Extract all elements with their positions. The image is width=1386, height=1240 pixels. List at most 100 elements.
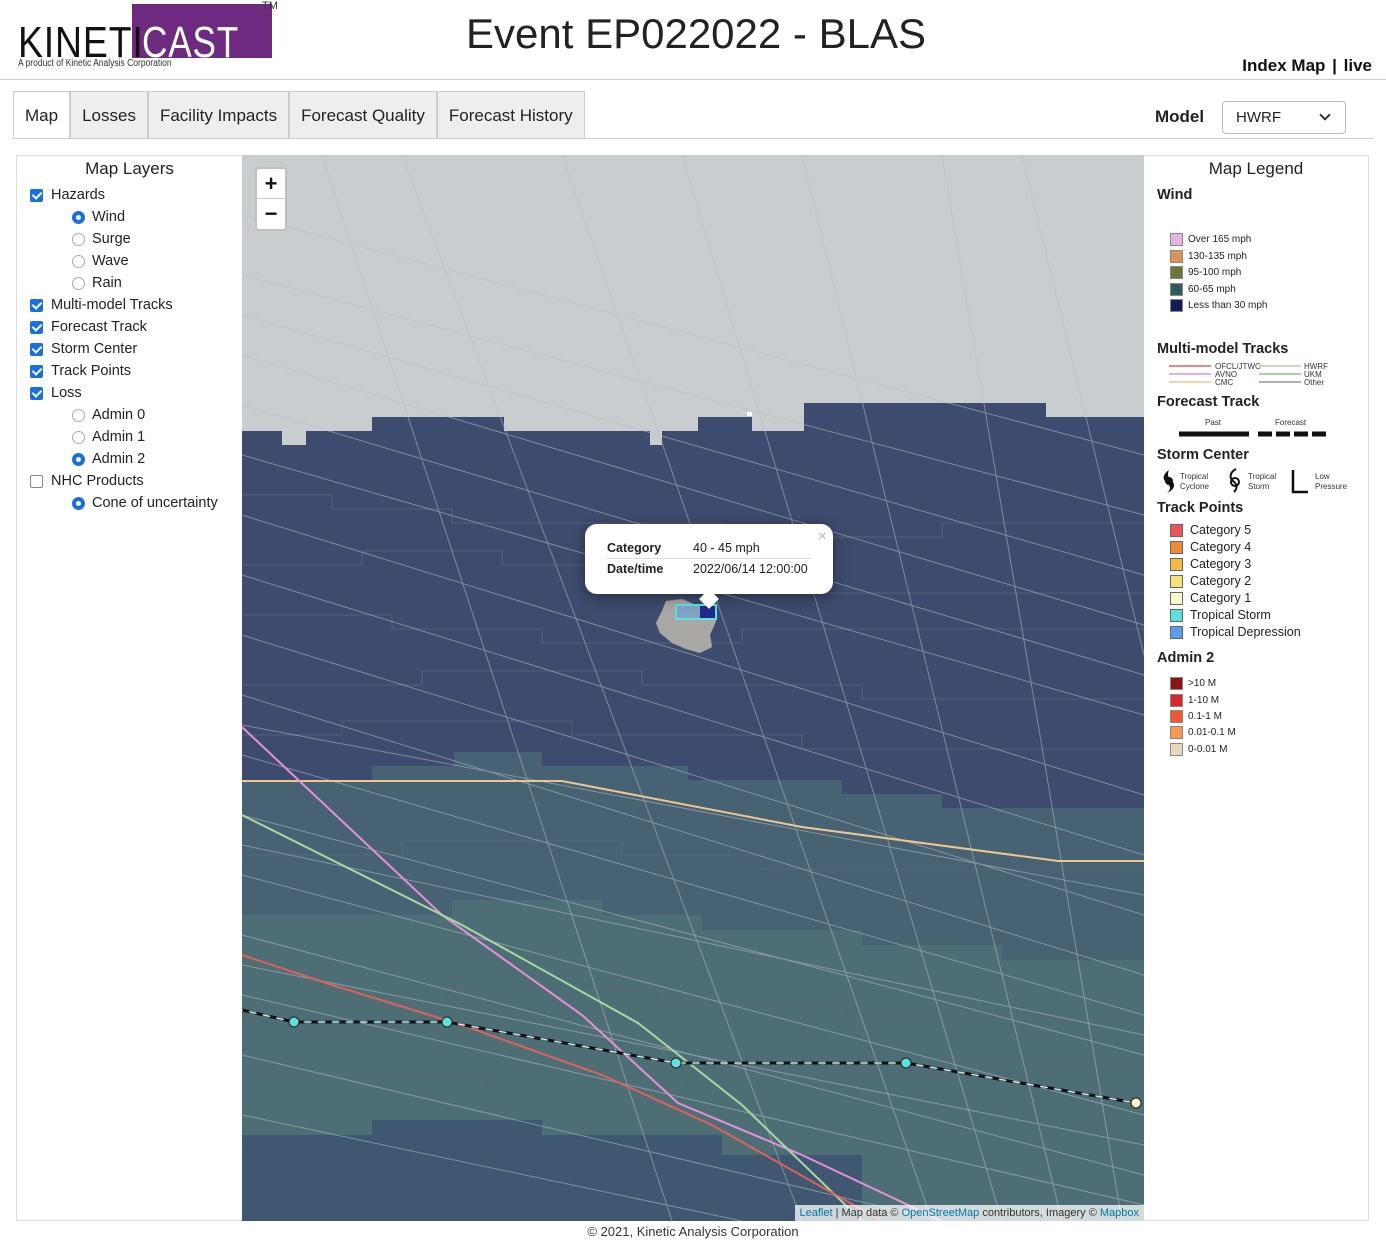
map-layers-panel: Map Layers Hazards Wind Surge Wave Rain … [16,155,242,1221]
nhc-products-checkbox[interactable] [30,474,43,488]
kineticast-logo[interactable]: KINETI CAST TM A product of Kinetic Anal… [18,0,288,74]
layer-rain[interactable]: Rain [72,275,122,291]
layer-admin1[interactable]: Admin 1 [72,429,145,445]
layer-label: Admin 1 [92,429,146,445]
map-layers-title: Map Layers [85,159,174,178]
layer-loss[interactable]: Loss [30,385,82,401]
layer-label: Surge [92,231,131,247]
storm-center-checkbox[interactable] [30,342,43,356]
layer-wave[interactable]: Wave [72,253,129,269]
forecast-track-legend-line [1179,431,1329,437]
legend-track-point-item: Tropical Depression [1170,625,1301,639]
layer-label: Hazards [51,187,105,203]
zoom-in-button[interactable]: + [257,169,285,199]
swatch-label: >10 M [1188,678,1217,689]
swatch [1170,591,1183,605]
sc-lp-label-1: Low [1315,472,1330,481]
admin1-radio[interactable] [72,430,85,444]
multi-model-checkbox[interactable] [30,298,43,312]
layer-multi-model-tracks[interactable]: Multi-model Tracks [30,297,173,313]
popup-datetime-label: Date/time [607,562,664,576]
swatch [1170,574,1183,588]
layer-wind[interactable]: Wind [72,209,125,225]
ft-past-label: Past [1205,418,1222,427]
zoom-out-button[interactable]: − [257,199,285,229]
attribution-text: | Map data © [832,1207,902,1219]
logo-trademark: TM [262,0,278,12]
legend-admin2-item: 1-10 M [1170,694,1219,707]
layer-storm-center[interactable]: Storm Center [30,341,137,357]
swatch-label: Category 3 [1190,557,1252,571]
model-label: Model [1155,107,1205,126]
layer-label: Rain [92,275,122,291]
swatch [1170,540,1183,554]
tab-facility-impacts[interactable]: Facility Impacts [147,91,290,138]
leaflet-link[interactable]: Leaflet [800,1207,833,1219]
link-separator: | [1332,56,1337,75]
legend-track-point-item: Category 2 [1170,574,1251,588]
swatch-label: Category 1 [1190,591,1252,605]
close-icon[interactable]: × [818,528,827,546]
map-attribution: Leaflet | Map data © OpenStreetMap contr… [794,1205,1144,1221]
wave-radio[interactable] [72,254,85,268]
page-title: Event EP022022 - BLAS [466,10,926,57]
map-legend-panel: Map Legend Wind Over 165 mph 130-135 mph… [1144,155,1369,1221]
rain-radio[interactable] [72,276,85,290]
layer-nhc-products[interactable]: NHC Products [30,473,144,489]
ft-forecast-label: Forecast [1275,418,1307,427]
swatch [1170,299,1183,312]
swatch [1170,283,1183,296]
layer-label: Storm Center [51,341,138,357]
layer-admin2[interactable]: Admin 2 [72,451,145,467]
popup-category-label: Category [607,541,662,555]
index-map-link[interactable]: Index Map [1242,56,1325,75]
forecast-track-checkbox[interactable] [30,320,43,334]
map-view[interactable]: + − × Category 40 - 45 mph Date/time 202… [242,155,1144,1221]
layer-cone-of-uncertainty[interactable]: Cone of uncertainty [72,495,218,511]
sc-lp-label-2: Pressure [1315,482,1348,491]
surge-radio[interactable] [72,232,85,246]
admin0-radio[interactable] [72,408,85,422]
layer-label: Admin 2 [92,451,146,467]
layer-track-points[interactable]: Track Points [30,363,131,379]
cone-radio[interactable] [72,496,85,510]
loss-checkbox[interactable] [30,386,43,400]
swatch-label: 1-10 M [1188,695,1220,706]
track-points-checkbox[interactable] [30,364,43,378]
layer-label: Wave [92,253,129,269]
layer-forecast-track[interactable]: Forecast Track [30,319,147,335]
track-point [900,1057,912,1069]
swatch [1170,250,1183,263]
tropical-storm-icon [1229,468,1240,493]
hazards-checkbox[interactable] [30,188,43,202]
layer-label: Cone of uncertainty [92,495,218,511]
wind-radio[interactable] [72,210,85,224]
tab-map[interactable]: Map [13,91,71,138]
model-select[interactable]: HWRF [1222,101,1346,134]
layer-surge[interactable]: Surge [72,231,131,247]
mapbox-link[interactable]: Mapbox [1100,1207,1139,1219]
admin2-radio[interactable] [72,452,85,466]
legend-multi-model-title: Multi-model Tracks [1157,341,1289,357]
swatch [1170,266,1183,279]
swatch-label: 95-100 mph [1188,267,1242,278]
map-marker-dot [747,412,752,416]
swatch [1170,710,1183,723]
swatch [1170,523,1183,537]
tab-forecast-history[interactable]: Forecast History [436,91,585,138]
attribution-text: contributors, Imagery © [979,1207,1100,1219]
legend-track-point-item: Category 1 [1170,591,1251,605]
tab-forecast-quality[interactable]: Forecast Quality [289,91,437,138]
layer-label: Admin 0 [92,407,146,423]
live-link[interactable]: live [1344,56,1372,75]
tab-losses[interactable]: Losses [70,91,148,138]
openstreetmap-link[interactable]: OpenStreetMap [902,1207,980,1219]
swatch [1170,233,1183,246]
legend-admin2-item: >10 M [1170,677,1216,690]
sc-tc-label-2: Cyclone [1180,482,1209,491]
layer-admin0[interactable]: Admin 0 [72,407,145,423]
layer-hazards[interactable]: Hazards [30,187,105,203]
header: KINETI CAST TM A product of Kinetic Anal… [0,0,1386,80]
legend-track-point-item: Tropical Storm [1170,608,1271,622]
tab-bar: Map Losses Facility Impacts Forecast Qua… [13,91,585,138]
